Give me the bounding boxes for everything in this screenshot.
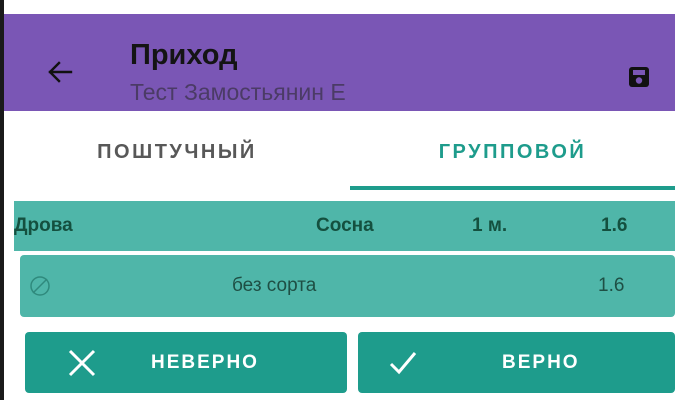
species-label: Сосна bbox=[316, 215, 374, 236]
grade-label: без сорта bbox=[232, 275, 317, 296]
save-icon bbox=[629, 67, 649, 87]
group-header-row[interactable]: Дрова Сосна 1 м. 1.6 bbox=[14, 201, 675, 251]
close-icon bbox=[68, 349, 96, 377]
page-subtitle: Тест Замостьянин Е bbox=[130, 79, 346, 105]
save-button[interactable] bbox=[624, 62, 654, 92]
right-button-label: ВЕРНО bbox=[502, 352, 580, 373]
back-button[interactable] bbox=[42, 54, 78, 90]
tab-group[interactable]: ГРУППОВОЙ bbox=[350, 111, 675, 193]
tab-indicator bbox=[350, 186, 675, 190]
arrow-left-icon bbox=[48, 61, 73, 83]
tab-bar: ПОШТУЧНЫЙ ГРУППОВОЙ bbox=[4, 111, 675, 193]
wrong-button[interactable]: НЕВЕРНО bbox=[25, 332, 347, 393]
list-item[interactable]: без сорта 1.6 bbox=[20, 255, 675, 317]
length-label: 1 м. bbox=[472, 215, 508, 236]
product-label: Дрова bbox=[14, 215, 73, 236]
no-grade-icon bbox=[30, 276, 50, 296]
wrong-button-label: НЕВЕРНО bbox=[151, 352, 259, 373]
tab-piece[interactable]: ПОШТУЧНЫЙ bbox=[4, 111, 350, 193]
volume-label: 1.6 bbox=[601, 215, 628, 236]
app-screen: Приход Тест Замостьянин Е ПОШТУЧНЫЙ ГРУП… bbox=[4, 0, 675, 400]
item-volume: 1.6 bbox=[598, 275, 625, 296]
check-icon bbox=[389, 352, 417, 375]
toolbar: Приход Тест Замостьянин Е bbox=[4, 14, 675, 111]
right-button[interactable]: ВЕРНО bbox=[358, 332, 675, 393]
page-title: Приход bbox=[130, 39, 238, 71]
